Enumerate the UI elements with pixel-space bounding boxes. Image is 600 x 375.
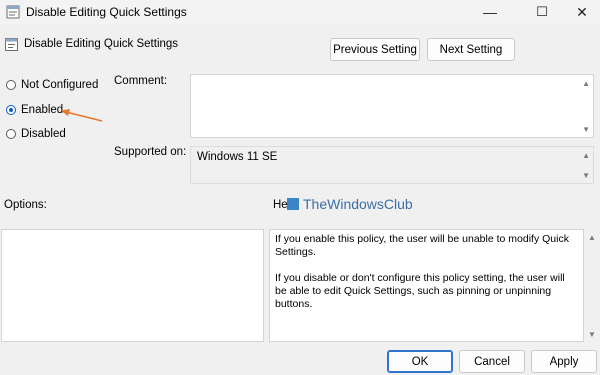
radio-label: Not Configured	[21, 79, 99, 91]
setting-name: Disable Editing Quick Settings	[24, 38, 179, 50]
help-scroll-up-arrow[interactable]: ▲	[588, 233, 596, 242]
supported-on-label: Supported on:	[114, 146, 187, 158]
close-button[interactable]: ✕	[560, 0, 600, 24]
supported-on-field: Windows 11 SE ▲ ▼	[190, 146, 594, 184]
help-text-panel: If you enable this policy, the user will…	[269, 229, 584, 342]
supported-on-value: Windows 11 SE	[197, 151, 278, 163]
watermark-text: TheWindowsClub	[303, 196, 413, 212]
scroll-up-arrow[interactable]: ▲	[582, 151, 590, 160]
radio-disabled[interactable]: Disabled	[6, 128, 66, 140]
help-scroll-down-arrow[interactable]: ▼	[588, 330, 596, 339]
watermark-logo-icon	[287, 198, 299, 210]
radio-enabled[interactable]: Enabled	[6, 104, 63, 116]
radio-not-configured[interactable]: Not Configured	[6, 79, 98, 91]
title-bar: Disable Editing Quick Settings — ☐ ✕	[0, 0, 600, 24]
apply-button[interactable]: Apply	[531, 350, 597, 373]
setting-icon	[5, 38, 18, 51]
next-setting-button[interactable]: Next Setting	[427, 38, 515, 61]
window-title: Disable Editing Quick Settings	[26, 5, 187, 19]
options-panel	[1, 229, 264, 342]
help-paragraph: If you disable or don't configure this p…	[275, 272, 565, 310]
watermark: TheWindowsClub	[287, 196, 415, 212]
scroll-down-arrow[interactable]: ▼	[582, 125, 590, 134]
radio-circle[interactable]	[6, 105, 16, 115]
help-paragraph: If you enable this policy, the user will…	[275, 233, 569, 258]
previous-setting-button[interactable]: Previous Setting	[330, 38, 420, 61]
radio-label: Enabled	[21, 104, 64, 116]
comment-label: Comment:	[114, 75, 168, 87]
maximize-button[interactable]: ☐	[520, 0, 564, 24]
minimize-button[interactable]: —	[468, 0, 512, 24]
radio-circle[interactable]	[6, 129, 16, 139]
ok-button[interactable]: OK	[387, 350, 453, 373]
policy-app-icon	[6, 5, 20, 19]
radio-label: Disabled	[21, 128, 66, 140]
radio-circle[interactable]	[6, 80, 16, 90]
cancel-button[interactable]: Cancel	[459, 350, 525, 373]
options-label: Options:	[4, 199, 47, 211]
scroll-up-arrow[interactable]: ▲	[582, 79, 590, 88]
annotation-arrow	[61, 109, 103, 122]
comment-textarea[interactable]: ▲ ▼	[190, 74, 594, 138]
scroll-down-arrow[interactable]: ▼	[582, 171, 590, 180]
